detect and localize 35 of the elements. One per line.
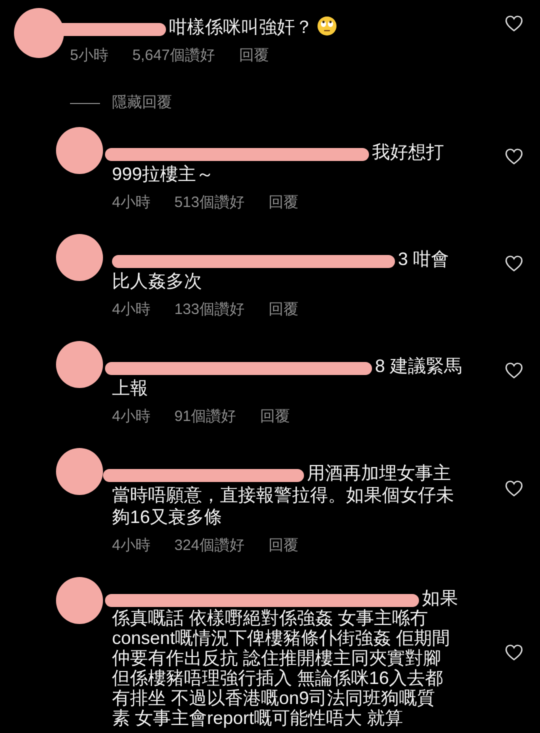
reply-link[interactable]: 回覆 bbox=[268, 194, 298, 212]
comment-time: 5小時 bbox=[70, 47, 108, 65]
avatar[interactable] bbox=[56, 127, 103, 174]
like-count[interactable]: 5,647個讚好 bbox=[132, 47, 215, 65]
avatar[interactable] bbox=[56, 234, 103, 281]
comment-time: 4小時 bbox=[112, 301, 150, 319]
reply-text: 如果 係真嘅話 依樣嘢絕對係強姦 女事主喺冇 consent嘅情況下俾樓豬條仆街強姦 佢期間 仲要有作出反抗 諗住推開樓主同夾實對腳 但係樓豬唔理強行插入 無論係咪16入去都 有排坐 不過以香港嘅on9司法同班狗嘅質 素 女事主會report嘅可能性唔大 就算 bbox=[112, 588, 458, 728]
like-button[interactable] bbox=[505, 148, 523, 164]
like-count[interactable]: 133個讚好 bbox=[174, 301, 244, 319]
comment-text: 咁樣係咪叫強奸？ bbox=[70, 16, 337, 38]
like-count[interactable]: 91個讚好 bbox=[174, 408, 236, 426]
comment-time: 4小時 bbox=[112, 537, 150, 555]
reply-link[interactable]: 回覆 bbox=[268, 301, 298, 319]
eye-roll-emoji-icon bbox=[317, 16, 337, 36]
comment-time: 4小時 bbox=[112, 194, 150, 212]
reply-link[interactable]: 回覆 bbox=[238, 47, 269, 65]
like-button[interactable] bbox=[505, 644, 523, 661]
reply-text: 用酒再加埋女事主 當時唔願意，直接報警拉得。如果個女仔未 夠16又衰多條 bbox=[112, 462, 454, 528]
avatar[interactable] bbox=[56, 448, 103, 495]
avatar[interactable] bbox=[56, 341, 103, 388]
reply-link[interactable]: 回覆 bbox=[268, 537, 298, 555]
reply-text: 3 咁會 比人姦多次 bbox=[112, 248, 450, 292]
like-button[interactable] bbox=[505, 254, 523, 272]
hide-replies-link[interactable]: 隱藏回覆 bbox=[112, 94, 172, 112]
reply-text: 我好想打 999拉樓主～ bbox=[112, 141, 444, 185]
reply-link[interactable]: 回覆 bbox=[260, 408, 290, 426]
reply-text: 8 建議緊馬 上報 bbox=[112, 355, 462, 399]
avatar[interactable] bbox=[14, 8, 64, 58]
like-button[interactable] bbox=[505, 14, 523, 32]
like-button[interactable] bbox=[505, 480, 523, 496]
like-count[interactable]: 513個讚好 bbox=[174, 194, 244, 212]
comment-time: 4小時 bbox=[112, 408, 150, 426]
like-button[interactable] bbox=[505, 362, 523, 378]
avatar[interactable] bbox=[56, 577, 103, 624]
like-count[interactable]: 324個讚好 bbox=[174, 537, 244, 555]
